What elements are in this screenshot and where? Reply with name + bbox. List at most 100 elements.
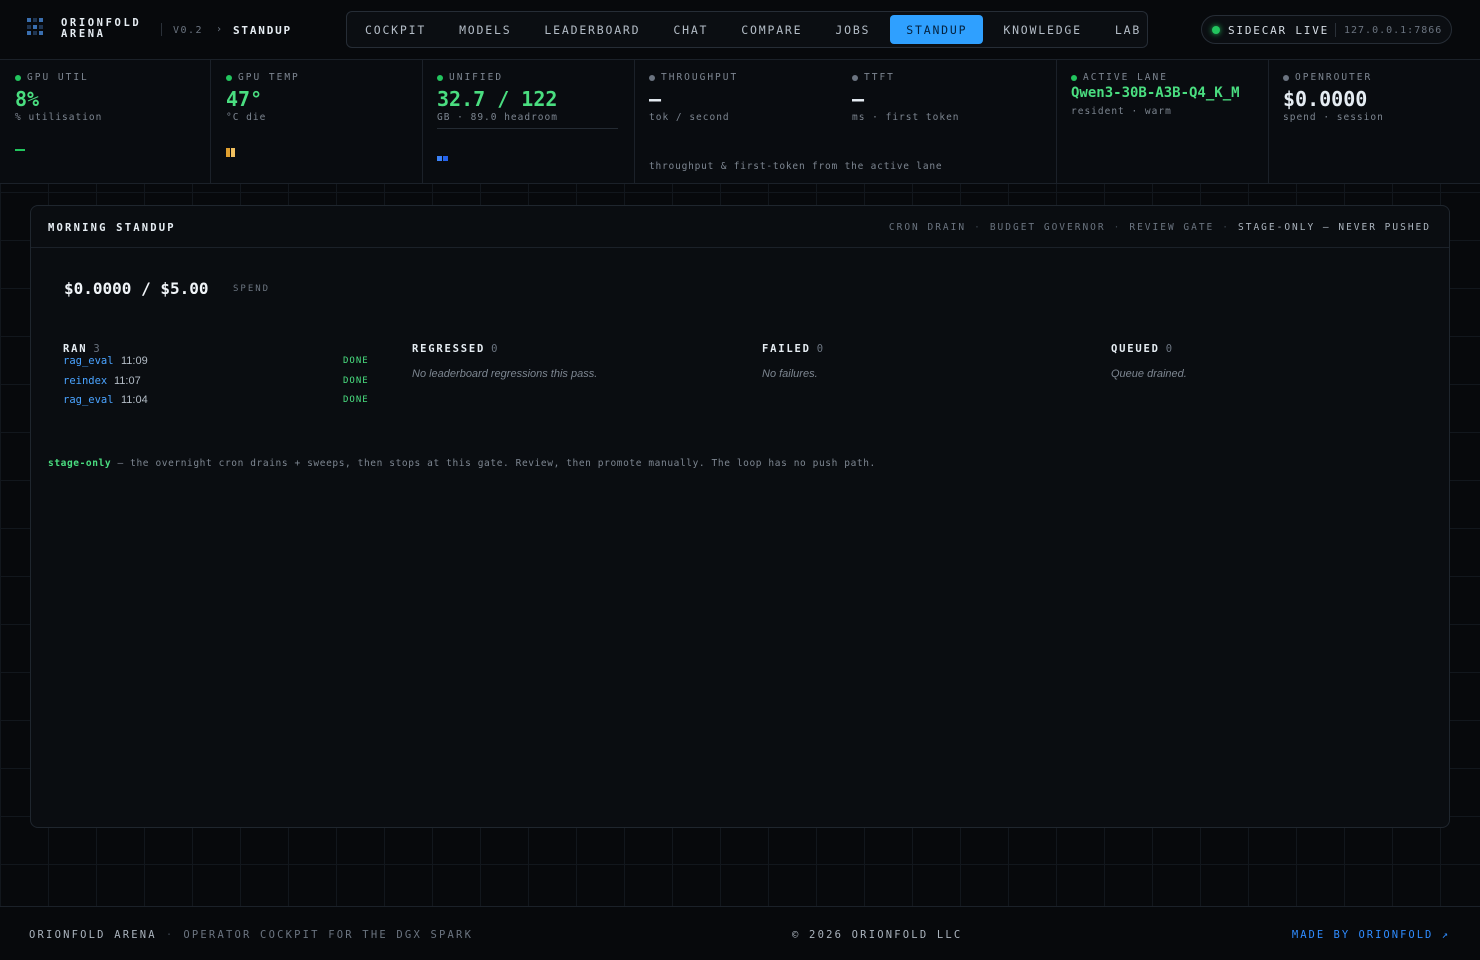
tag-cron-drain: CRON DRAIN bbox=[888, 222, 967, 233]
stage-only-text: — the overnight cron drains + sweeps, th… bbox=[111, 458, 876, 469]
sidecar-status[interactable]: SIDECAR LIVE 127.0.0.1:7866 bbox=[1201, 15, 1452, 44]
job-name-link[interactable]: rag_eval bbox=[63, 394, 114, 406]
status-dot-icon bbox=[437, 74, 443, 81]
stat-value: 47° bbox=[226, 87, 263, 111]
stat-sub: spend · session bbox=[1283, 112, 1384, 123]
status-dot-icon bbox=[852, 74, 858, 81]
brand[interactable]: ORIONFOLD ARENA bbox=[61, 18, 141, 40]
column-ran: RAN 3 rag_eval 11:09 DONE reindex 11:07 D… bbox=[63, 343, 393, 414]
stat-value: — bbox=[649, 87, 662, 111]
tab-chat[interactable]: CHAT bbox=[660, 15, 721, 44]
stat-label: OPENROUTER bbox=[1295, 72, 1373, 83]
status-badge: DONE bbox=[343, 375, 369, 386]
stat-value[interactable]: Qwen3-30B-A3B-Q4_K_M bbox=[1071, 85, 1240, 101]
column-title: FAILED bbox=[762, 343, 811, 355]
column-title: RAN bbox=[63, 343, 88, 355]
tag-separator: · bbox=[1113, 222, 1122, 233]
stat-value: $0.0000 bbox=[1283, 87, 1368, 111]
list-item[interactable]: rag_eval 11:04 DONE bbox=[63, 394, 393, 414]
job-time: 11:07 bbox=[114, 374, 141, 387]
footer-copyright: © 2026 ORIONFOLD LLC bbox=[792, 929, 963, 941]
stat-label: ACTIVE LANE bbox=[1083, 72, 1168, 83]
brand-line2: ARENA bbox=[61, 28, 106, 40]
divider bbox=[161, 23, 162, 36]
tab-standup[interactable]: STANDUP bbox=[890, 15, 984, 44]
list-item[interactable]: rag_eval 11:09 DONE bbox=[63, 355, 393, 375]
footer-tagline: OPERATOR COCKPIT FOR THE DGX SPARK bbox=[183, 929, 474, 941]
chevron-right-icon: › bbox=[216, 24, 223, 35]
column-count: 3 bbox=[93, 343, 102, 355]
tab-knowledge[interactable]: KNOWLEDGE bbox=[990, 15, 1095, 44]
version-label: V0.2 bbox=[173, 25, 204, 36]
column-count: 0 bbox=[816, 343, 825, 355]
list-item[interactable]: reindex 11:07 DONE bbox=[63, 375, 393, 395]
column-regressed: REGRESSED 0 No leaderboard regressions th… bbox=[412, 343, 742, 380]
stat-sub: tok / second bbox=[649, 112, 730, 123]
panel-title: MORNING STANDUP bbox=[48, 222, 176, 234]
stat-sub: % utilisation bbox=[15, 112, 103, 123]
tag-review-gate: REVIEW GATE bbox=[1129, 222, 1215, 233]
stat-openrouter: OPENROUTER $0.0000 spend · session bbox=[1269, 60, 1480, 184]
top-bar: ORIONFOLD ARENA V0.2 › STANDUP COCKPIT M… bbox=[0, 0, 1480, 60]
column-title: QUEUED bbox=[1111, 343, 1160, 355]
job-name-link[interactable]: reindex bbox=[63, 375, 107, 387]
divider bbox=[1335, 23, 1336, 37]
status-dot-icon bbox=[226, 74, 232, 81]
tab-compare[interactable]: COMPARE bbox=[728, 15, 815, 44]
tab-models[interactable]: MODELS bbox=[446, 15, 524, 44]
stat-sub: GB · 89.0 headroom bbox=[437, 112, 558, 123]
tab-jobs[interactable]: JOBS bbox=[822, 15, 883, 44]
status-dot-icon bbox=[1212, 26, 1220, 34]
stat-value: 32.7 / 122 bbox=[437, 87, 558, 111]
status-dot-icon bbox=[649, 74, 655, 81]
stat-label: THROUGHPUT bbox=[661, 72, 739, 83]
status-dot-icon bbox=[1071, 74, 1077, 81]
empty-state: No leaderboard regressions this pass. bbox=[412, 368, 598, 380]
job-time: 11:09 bbox=[121, 355, 148, 367]
stats-strip: GPU UTIL 8% % utilisation GPU TEMP 47° °… bbox=[0, 60, 1480, 184]
status-dot-icon bbox=[1283, 74, 1289, 81]
stat-gpu-util: GPU UTIL 8% % utilisation bbox=[0, 60, 211, 184]
tag-separator: · bbox=[974, 222, 982, 233]
tag-separator: · bbox=[1222, 222, 1230, 233]
stat-value: — bbox=[852, 87, 865, 111]
panel-tags: CRON DRAIN · BUDGET GOVERNOR · REVIEW GA… bbox=[889, 222, 1431, 233]
column-count: 0 bbox=[1165, 343, 1174, 355]
stat-label: TTFT bbox=[864, 72, 895, 83]
stat-sub: ms · first token bbox=[852, 112, 960, 123]
stage-only-note: stage-only — the overnight cron drains +… bbox=[48, 458, 876, 469]
tag-budget-governor: BUDGET GOVERNOR bbox=[989, 222, 1106, 233]
status-badge: DONE bbox=[343, 356, 369, 366]
divider bbox=[437, 128, 618, 129]
stat-unified: UNIFIED 32.7 / 122 GB · 89.0 headroom bbox=[423, 60, 635, 184]
job-time: 11:04 bbox=[121, 394, 148, 406]
spend-label: SPEND bbox=[233, 284, 271, 294]
stat-value: 8% bbox=[15, 87, 40, 111]
empty-state: No failures. bbox=[762, 368, 818, 380]
tab-lab[interactable]: LAB bbox=[1102, 15, 1154, 44]
column-failed: FAILED 0 No failures. bbox=[762, 343, 1092, 380]
standup-panel: MORNING STANDUP CRON DRAIN · BUDGET GOVE… bbox=[30, 205, 1450, 828]
sparkline bbox=[226, 142, 236, 157]
column-title: REGRESSED bbox=[412, 343, 486, 355]
made-by-link[interactable]: MADE BY ORIONFOLD ↗ bbox=[1292, 929, 1450, 941]
panel-header: MORNING STANDUP CRON DRAIN · BUDGET GOVE… bbox=[31, 206, 1449, 248]
footer: ORIONFOLD ARENA · OPERATOR COCKPIT FOR THE… bbox=[0, 906, 1480, 960]
logo-icon bbox=[27, 18, 45, 36]
tab-cockpit[interactable]: COCKPIT bbox=[352, 15, 439, 44]
job-name-link[interactable]: rag_eval bbox=[63, 355, 114, 367]
throughput-note: throughput & first-token from the active… bbox=[649, 161, 943, 172]
footer-brand: ORIONFOLD ARENA bbox=[29, 929, 157, 941]
breadcrumb: STANDUP bbox=[233, 24, 292, 37]
sparkline bbox=[15, 149, 25, 151]
tab-leaderboard[interactable]: LEADERBOARD bbox=[531, 15, 653, 44]
status-dot-icon bbox=[15, 74, 21, 81]
stat-sub: resident · warm bbox=[1071, 106, 1172, 117]
sidecar-address: 127.0.0.1:7866 bbox=[1344, 25, 1443, 36]
stat-label: UNIFIED bbox=[449, 72, 504, 83]
column-queued: QUEUED 0 Queue drained. bbox=[1111, 343, 1441, 380]
sparkline bbox=[437, 146, 449, 165]
stat-gpu-temp: GPU TEMP 47° °C die bbox=[211, 60, 423, 184]
footer-separator: · bbox=[165, 929, 175, 941]
main-nav: COCKPIT MODELS LEADERBOARD CHAT COMPARE … bbox=[346, 11, 1148, 48]
